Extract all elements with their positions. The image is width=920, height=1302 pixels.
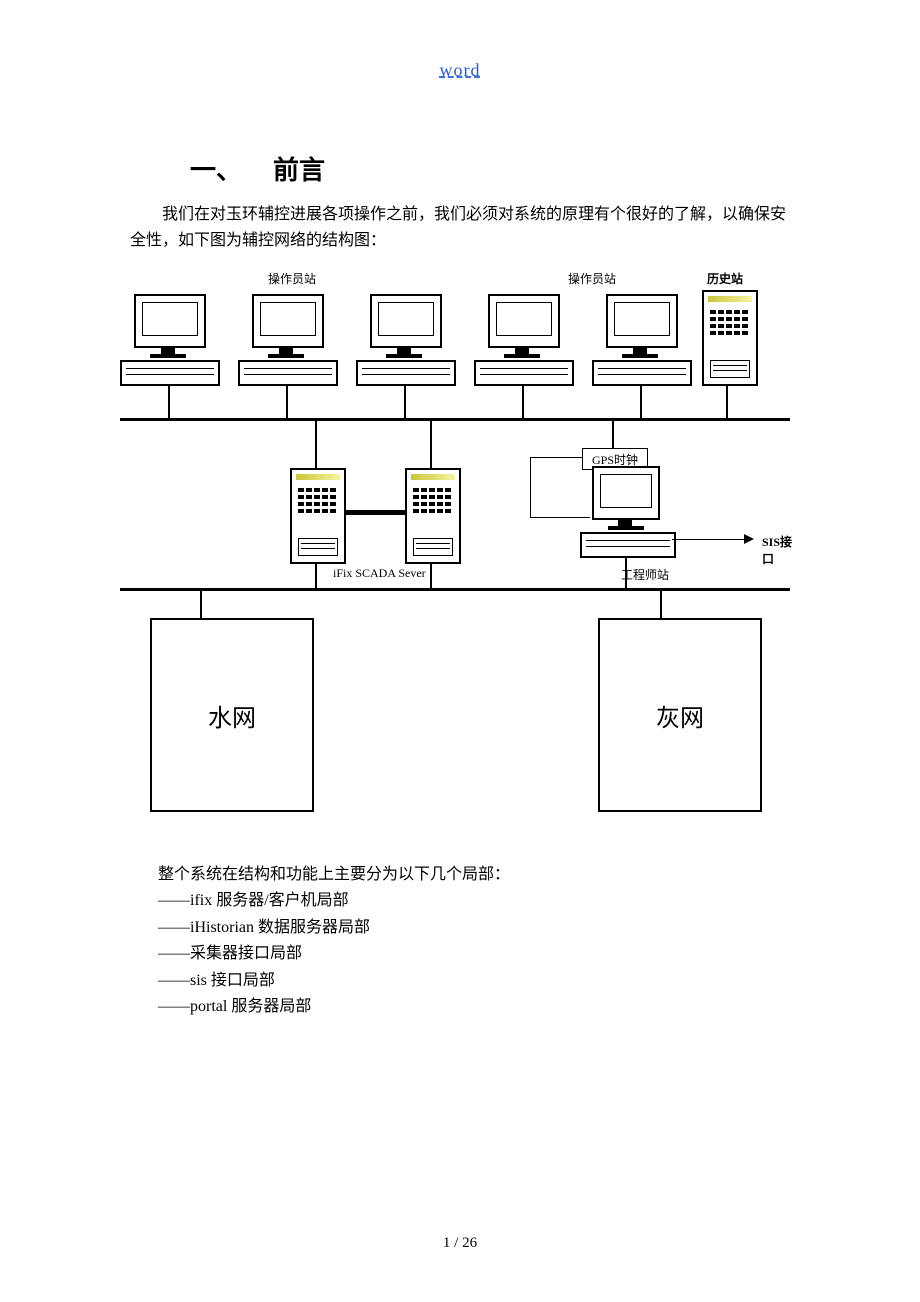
label-operator-right: 操作员站 bbox=[568, 270, 616, 287]
operator-workstation-icon bbox=[238, 294, 334, 384]
connector bbox=[726, 384, 728, 418]
sis-connector bbox=[672, 539, 744, 540]
list-intro: 整个系统在结构和功能上主要分为以下几个局部： bbox=[158, 862, 510, 888]
connector bbox=[430, 420, 432, 468]
connector bbox=[660, 590, 662, 618]
operator-workstation-icon bbox=[474, 294, 570, 384]
list-item: ——ifix 服务器/客户机局部 bbox=[158, 888, 510, 914]
connector bbox=[200, 590, 202, 618]
operator-workstation-icon bbox=[120, 294, 216, 384]
connector bbox=[286, 384, 288, 418]
scada-server-icon bbox=[405, 468, 461, 564]
structure-list: 整个系统在结构和功能上主要分为以下几个局部： ——ifix 服务器/客户机局部 … bbox=[158, 862, 510, 1020]
history-server-icon bbox=[702, 290, 758, 386]
connector bbox=[625, 556, 627, 588]
label-sis: SIS接口 bbox=[762, 533, 800, 567]
connector bbox=[530, 457, 582, 458]
connector bbox=[404, 384, 406, 418]
connector bbox=[315, 562, 317, 588]
heading-number: 一、 bbox=[190, 156, 242, 185]
ash-network-box: 灰网 bbox=[598, 618, 762, 812]
connector bbox=[344, 510, 405, 515]
label-operator-left: 操作员站 bbox=[268, 270, 316, 287]
connector bbox=[168, 384, 170, 418]
arrow-right-icon bbox=[744, 534, 754, 544]
list-item: ——portal 服务器局部 bbox=[158, 994, 510, 1020]
engineer-workstation-icon bbox=[580, 466, 672, 556]
operator-workstation-icon bbox=[592, 294, 688, 384]
intro-paragraph: 我们在对玉环辅控进展各项操作之前，我们必须对系统的原理有个很好的了解，以确保安全… bbox=[130, 202, 795, 253]
heading-title: 前言 bbox=[273, 156, 325, 185]
operator-workstation-icon bbox=[356, 294, 452, 384]
section-heading: 一、 前言 bbox=[190, 150, 325, 187]
page-footer: 1 / 26 bbox=[0, 1235, 920, 1252]
network-bus-top bbox=[120, 418, 790, 421]
label-scada: iFix SCADA Sever bbox=[333, 566, 426, 581]
label-history: 历史站 bbox=[707, 270, 743, 287]
connector bbox=[522, 384, 524, 418]
connector bbox=[315, 420, 317, 468]
scada-server-icon bbox=[290, 468, 346, 564]
network-diagram: 操作员站 操作员站 历史站 bbox=[120, 270, 800, 820]
doc-header-link: word bbox=[0, 60, 920, 81]
list-item: ——iHistorian 数据服务器局部 bbox=[158, 915, 510, 941]
connector bbox=[640, 384, 642, 418]
network-bus-bottom bbox=[120, 588, 790, 591]
connector bbox=[530, 457, 531, 517]
connector bbox=[430, 562, 432, 588]
water-network-box: 水网 bbox=[150, 618, 314, 812]
list-item: ——采集器接口局部 bbox=[158, 941, 510, 967]
list-item: ——sis 接口局部 bbox=[158, 968, 510, 994]
connector bbox=[612, 420, 614, 450]
label-engineer: 工程师站 bbox=[621, 566, 669, 583]
